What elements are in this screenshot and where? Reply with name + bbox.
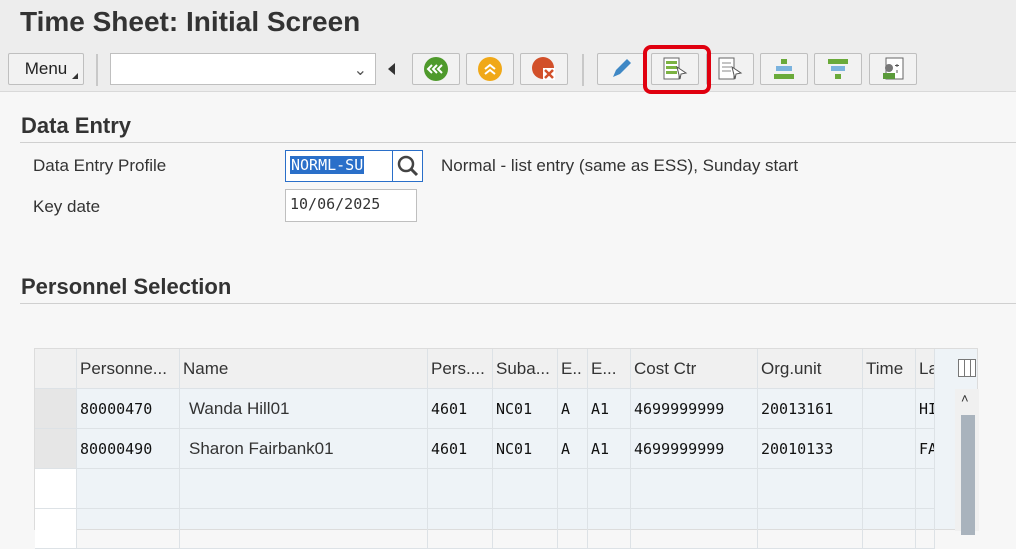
row-selector[interactable] [35, 389, 77, 429]
column-header[interactable]: Time [863, 349, 916, 389]
filter-button[interactable] [814, 53, 862, 85]
table-cell: 4601 [428, 429, 493, 469]
table-cell [428, 509, 493, 549]
search-help-button[interactable] [392, 150, 423, 182]
table-cell [180, 509, 428, 549]
back-icon [424, 57, 448, 81]
table-cell [631, 469, 758, 509]
table-cell: Wanda Hill01 [180, 389, 428, 429]
scroll-thumb[interactable] [961, 415, 975, 535]
table-cell [558, 469, 588, 509]
select-all-cell[interactable] [35, 349, 77, 389]
cancel-button[interactable] [520, 53, 568, 85]
row-selector[interactable] [35, 469, 77, 509]
table-cell [916, 509, 935, 549]
table-cell: 4699999999 [631, 429, 758, 469]
filter-icon [828, 59, 848, 79]
personnel-icon [883, 57, 904, 80]
highlight-box [643, 45, 711, 94]
table-cell [493, 509, 558, 549]
table-cell [588, 509, 631, 549]
table-cell: NC01 [493, 389, 558, 429]
table-cell: Sharon Fairbank01 [180, 429, 428, 469]
divider [20, 142, 1016, 143]
table-cell: FAII [916, 429, 935, 469]
title-bar: Time Sheet: Initial Screen Menu ⌄ [0, 0, 1016, 94]
command-field[interactable]: ⌄ [110, 53, 376, 85]
personnel-table: Personne... Name Pers.... Suba... E.. E... Cos… [34, 348, 979, 549]
profile-input[interactable]: NORML-SU [285, 150, 393, 182]
table-cell [863, 389, 916, 429]
personnel-button[interactable] [869, 53, 917, 85]
table-cell [77, 469, 180, 509]
table-cell [863, 429, 916, 469]
edit-button[interactable] [597, 53, 645, 85]
column-settings-icon[interactable] [958, 359, 976, 377]
key-date-label: Key date [33, 197, 101, 216]
table-cell [588, 469, 631, 509]
personnel-selection-heading: Personnel Selection [21, 274, 232, 299]
separator [96, 54, 98, 86]
table-cell: A [558, 429, 588, 469]
table-cell [180, 469, 428, 509]
search-icon [397, 155, 419, 177]
column-header[interactable]: Org.unit [758, 349, 863, 389]
column-header[interactable]: E... [588, 349, 631, 389]
menu-label: Menu [24, 59, 68, 78]
back-button[interactable] [412, 53, 460, 85]
table-cell: 80000470 [77, 389, 180, 429]
table-cell: 4601 [428, 389, 493, 429]
overview-button[interactable] [760, 53, 808, 85]
table-cell [758, 469, 863, 509]
table-cell [77, 509, 180, 549]
table-cell: NC01 [493, 429, 558, 469]
display-button[interactable] [706, 53, 754, 85]
overview-icon [774, 59, 794, 79]
menu-corner-icon [72, 73, 78, 79]
table-cell [493, 469, 558, 509]
profile-value: NORML-SU [290, 156, 365, 174]
table-cell: HILI [916, 389, 935, 429]
row-selector[interactable] [35, 509, 77, 549]
cancel-icon [532, 57, 555, 80]
data-entry-heading: Data Entry [21, 113, 132, 138]
profile-label: Data Entry Profile [33, 156, 167, 175]
table-cell [863, 509, 916, 549]
column-header[interactable]: Personne... [77, 349, 180, 389]
table-cell: 80000490 [77, 429, 180, 469]
table-cell: A1 [588, 429, 631, 469]
chevron-down-icon[interactable]: ⌄ [354, 60, 367, 80]
menu-button[interactable]: Menu [8, 53, 84, 85]
table-cell [758, 509, 863, 549]
column-header[interactable]: Name [180, 349, 428, 389]
display-icon [718, 57, 743, 80]
scroll-up-icon[interactable]: ˄ [961, 391, 969, 406]
divider [20, 303, 1016, 304]
edit-icon [613, 59, 631, 77]
table-cell: A1 [588, 389, 631, 429]
vertical-scrollbar[interactable]: ˄ [955, 389, 979, 535]
row-selector[interactable] [35, 429, 77, 469]
exit-button[interactable] [466, 53, 514, 85]
table-cell: 4699999999 [631, 389, 758, 429]
table-cell: 20013161 [758, 389, 863, 429]
table-cell [863, 469, 916, 509]
table-cell [631, 509, 758, 549]
column-header[interactable]: Pers.... [428, 349, 493, 389]
profile-description: Normal - list entry (same as ESS), Sunda… [441, 156, 799, 175]
column-header[interactable]: Suba... [493, 349, 558, 389]
table-cell [428, 469, 493, 509]
page-title: Time Sheet: Initial Screen [20, 6, 361, 37]
collapse-arrow-icon[interactable] [388, 63, 395, 75]
table-cell [558, 509, 588, 549]
table-cell: A [558, 389, 588, 429]
table-cell: 20010133 [758, 429, 863, 469]
separator [582, 54, 584, 86]
column-header[interactable]: E.. [558, 349, 588, 389]
column-header[interactable]: Last [916, 349, 935, 389]
key-date-input[interactable]: 10/06/2025 [285, 189, 417, 222]
table-cell [916, 469, 935, 509]
exit-icon [478, 57, 502, 81]
column-header[interactable]: Cost Ctr [631, 349, 758, 389]
